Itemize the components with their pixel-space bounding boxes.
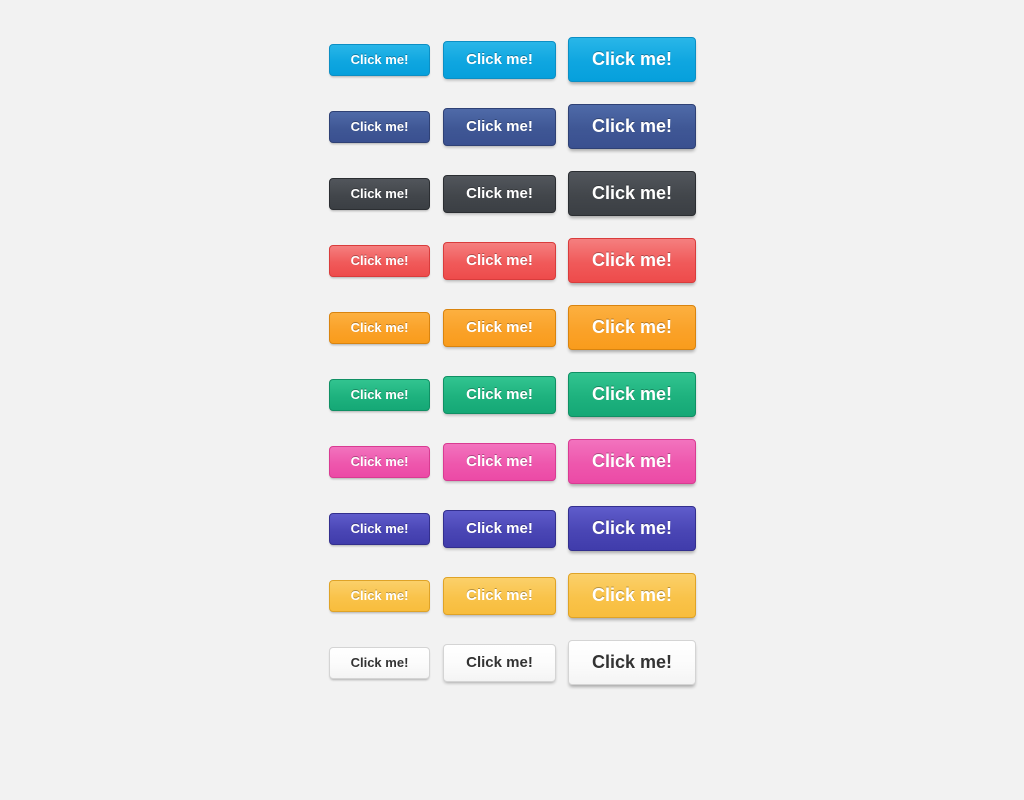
button-success-medium[interactable]: Click me!: [443, 375, 556, 414]
button-yellow-medium[interactable]: Click me!: [443, 576, 556, 615]
button-primary-large[interactable]: Click me!: [568, 37, 696, 82]
button-info-medium[interactable]: Click me!: [443, 107, 556, 146]
button-danger-medium[interactable]: Click me!: [443, 241, 556, 280]
button-primary-medium[interactable]: Click me!: [443, 40, 556, 79]
button-warning-medium[interactable]: Click me!: [443, 308, 556, 347]
button-pink-medium[interactable]: Click me!: [443, 442, 556, 481]
button-purple-large[interactable]: Click me!: [568, 506, 696, 551]
button-primary-small[interactable]: Click me!: [329, 43, 430, 76]
button-row-pink: Click me! Click me! Click me!: [329, 428, 696, 495]
button-warning-large[interactable]: Click me!: [568, 305, 696, 350]
button-inverse-large[interactable]: Click me!: [568, 171, 696, 216]
button-default-medium[interactable]: Click me!: [443, 643, 556, 682]
button-yellow-large[interactable]: Click me!: [568, 573, 696, 618]
button-row-inverse: Click me! Click me! Click me!: [329, 160, 696, 227]
button-info-large[interactable]: Click me!: [568, 104, 696, 149]
button-default-small[interactable]: Click me!: [329, 646, 430, 679]
button-danger-small[interactable]: Click me!: [329, 244, 430, 277]
button-success-large[interactable]: Click me!: [568, 372, 696, 417]
button-row-primary: Click me! Click me! Click me!: [329, 26, 696, 93]
button-row-purple: Click me! Click me! Click me!: [329, 495, 696, 562]
button-pink-small[interactable]: Click me!: [329, 445, 430, 478]
button-purple-small[interactable]: Click me!: [329, 512, 430, 545]
button-success-small[interactable]: Click me!: [329, 378, 430, 411]
button-warning-small[interactable]: Click me!: [329, 311, 430, 344]
button-danger-large[interactable]: Click me!: [568, 238, 696, 283]
button-row-yellow: Click me! Click me! Click me!: [329, 562, 696, 629]
button-yellow-small[interactable]: Click me!: [329, 579, 430, 612]
button-pink-large[interactable]: Click me!: [568, 439, 696, 484]
button-row-warning: Click me! Click me! Click me!: [329, 294, 696, 361]
button-info-small[interactable]: Click me!: [329, 110, 430, 143]
button-showcase: Click me! Click me! Click me! Click me! Clic…: [329, 26, 696, 696]
button-row-default: Click me! Click me! Click me!: [329, 629, 696, 696]
button-inverse-small[interactable]: Click me!: [329, 177, 430, 210]
button-row-info: Click me! Click me! Click me!: [329, 93, 696, 160]
button-inverse-medium[interactable]: Click me!: [443, 174, 556, 213]
button-purple-medium[interactable]: Click me!: [443, 509, 556, 548]
button-default-large[interactable]: Click me!: [568, 640, 696, 685]
button-row-success: Click me! Click me! Click me!: [329, 361, 696, 428]
button-row-danger: Click me! Click me! Click me!: [329, 227, 696, 294]
